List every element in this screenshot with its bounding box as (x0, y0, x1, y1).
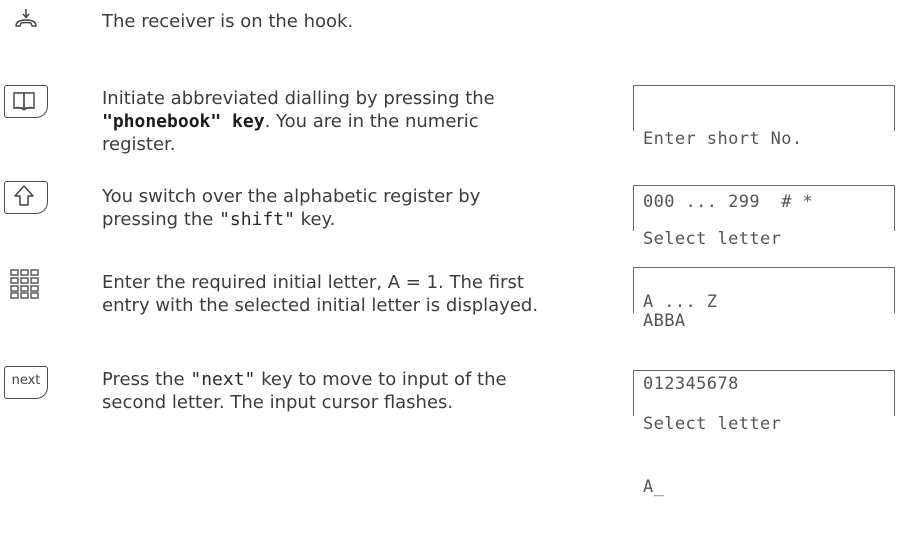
lcd-line-1: Enter short No. (643, 129, 803, 149)
step-description: Press the "next" key to move to input of… (102, 369, 507, 413)
lcd-display: Select letter A ... Z (633, 185, 895, 312)
lcd-display: Select letter A_ (633, 370, 895, 497)
lcd-line-2: A_ (643, 477, 665, 497)
phonebook-key-icon (4, 85, 48, 118)
step-description: Initiate abbreviated dialling by pressin… (102, 88, 495, 155)
step-description: Enter the required initial letter, A = 1… (102, 272, 539, 316)
step-description: You switch over the alphabetic register … (102, 186, 481, 230)
lcd-line-1: ABBA (643, 311, 686, 331)
keypad-icon (10, 269, 40, 303)
next-key-label: next (11, 373, 41, 388)
lcd-line-1: Select letter (643, 414, 782, 434)
lcd-display: ABBA 012345678 (633, 267, 895, 394)
receiver-on-hook-icon (14, 8, 38, 36)
lcd-line-1: Select letter (643, 229, 782, 249)
step-description: The receiver is on the hook. (102, 11, 354, 32)
lcd-display: Enter short No. 000 ... 299 # * (633, 85, 895, 212)
next-key-icon: next (4, 366, 48, 399)
shift-key-icon (4, 181, 48, 214)
